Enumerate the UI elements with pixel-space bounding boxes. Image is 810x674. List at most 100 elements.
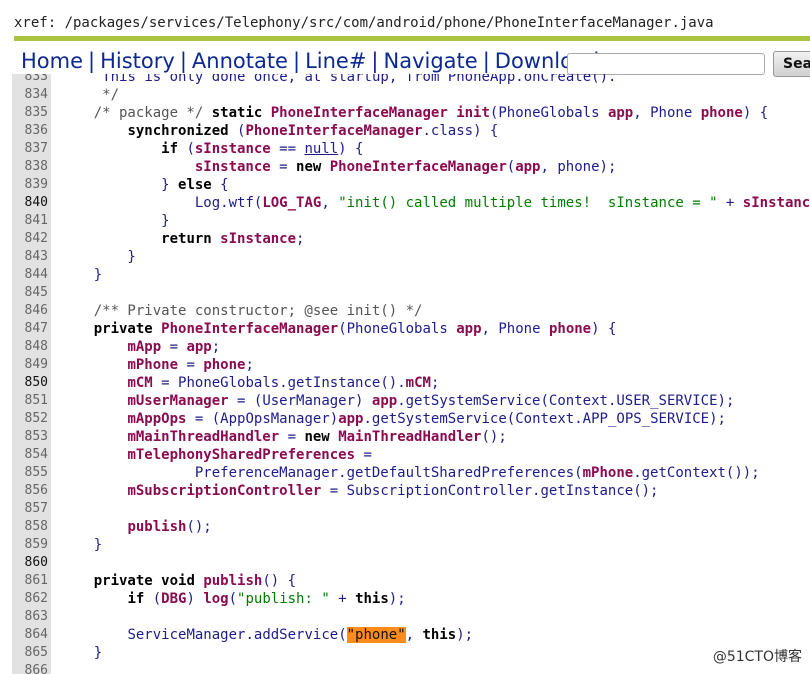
code-line: 840 Log.wtf(LOG_TAG, "init() called mult… (0, 194, 810, 212)
code-text: mCM = PhoneGlobals.getInstance().mCM; (127, 375, 440, 391)
nav-links: Home | History | Annotate | Line# | Navigate | Dow… (21, 49, 599, 73)
code-text: /* package */ static PhoneInterfaceManag… (93, 105, 769, 121)
line-number[interactable]: 843 (12, 248, 51, 266)
line-number[interactable]: 852 (12, 410, 51, 428)
code-text: mPhone = phone; (127, 357, 254, 373)
line-number[interactable]: 866 (12, 662, 51, 674)
code-text: mTelephonySharedPreferences = (127, 447, 372, 463)
code-line: 857 (0, 500, 810, 518)
code-line: 845 (0, 284, 810, 302)
line-number[interactable]: 850 (12, 374, 51, 392)
code-text: synchronized (PhoneInterfaceManager.clas… (127, 123, 499, 139)
watermark: @51CTO博客 (712, 649, 802, 665)
code-line: 836 synchronized (PhoneInterfaceManager.… (0, 122, 810, 140)
code-line: 863 (0, 608, 810, 626)
code-line: 852 mAppOps = (AppOpsManager)app.getSyst… (0, 410, 810, 428)
code-text: PreferenceManager.getDefaultSharedPrefer… (194, 465, 760, 481)
line-number[interactable]: 841 (12, 212, 51, 230)
code-line: 833 This is only done once, at startup, … (0, 74, 810, 86)
code-text: private PhoneInterfaceManager(PhoneGloba… (93, 321, 617, 337)
search-input[interactable] (567, 53, 765, 75)
nav-separator: | (482, 49, 490, 73)
code-line: 848 mApp = app; (0, 338, 810, 356)
line-number[interactable]: 835 (12, 104, 51, 122)
line-number[interactable]: 840 (12, 194, 51, 212)
code-line: 838 sInstance = new PhoneInterfaceManage… (0, 158, 810, 176)
line-number[interactable]: 859 (12, 536, 51, 554)
code-text: return sInstance; (161, 231, 305, 247)
code-text: */ (60, 87, 120, 103)
line-number[interactable]: 861 (12, 572, 51, 590)
code-line: 834 */ (0, 86, 810, 104)
line-number[interactable]: 836 (12, 122, 51, 140)
code-text: } (60, 213, 170, 229)
code-text: } (60, 645, 103, 661)
nav-separator: | (371, 49, 379, 73)
line-number[interactable]: 837 (12, 140, 51, 158)
code-line: 866 (0, 662, 810, 674)
code-line: 865 } (0, 644, 810, 662)
line-number[interactable]: 854 (12, 446, 51, 464)
line-number[interactable]: 865 (12, 644, 51, 662)
code-text: if (sInstance == null) { (161, 141, 364, 157)
code-text: Log.wtf(LOG_TAG, "init() called multiple… (194, 195, 810, 211)
code-text: mAppOps = (AppOpsManager)app.getSystemSe… (127, 411, 726, 427)
line-number[interactable]: 833 (12, 74, 51, 86)
code-text: mMainThreadHandler = new MainThreadHandl… (127, 429, 507, 445)
line-number[interactable]: 849 (12, 356, 51, 374)
code-text: mUserManager = (UserManager) app.getSyst… (127, 393, 735, 409)
nav-navigate-link[interactable]: Navigate (384, 49, 478, 73)
nav-annotate-link[interactable]: Annotate (192, 49, 288, 73)
code-line: 837 if (sInstance == null) { (0, 140, 810, 158)
code-line: 856 mSubscriptionController = Subscripti… (0, 482, 810, 500)
line-number[interactable]: 845 (12, 284, 51, 302)
code-line: 846 /** Private constructor; @see init()… (0, 302, 810, 320)
code-line: 854 mTelephonySharedPreferences = (0, 446, 810, 464)
line-number[interactable]: 853 (12, 428, 51, 446)
code-text: } (60, 537, 103, 553)
line-number[interactable]: 863 (12, 608, 51, 626)
line-number[interactable]: 856 (12, 482, 51, 500)
line-number[interactable]: 846 (12, 302, 51, 320)
nav-separator: | (88, 49, 96, 73)
code-line: 847 private PhoneInterfaceManager(PhoneG… (0, 320, 810, 338)
code-text: if (DBG) log("publish: " + this); (127, 591, 406, 607)
code-text: /** Private constructor; @see init() */ (60, 303, 423, 319)
code-line: 849 mPhone = phone; (0, 356, 810, 374)
line-number[interactable]: 858 (12, 518, 51, 536)
nav-separator: | (292, 49, 301, 73)
line-number[interactable]: 857 (12, 500, 51, 518)
line-number[interactable]: 844 (12, 266, 51, 284)
code-text: publish(); (127, 519, 212, 535)
line-number[interactable]: 834 (12, 86, 51, 104)
code-text: } else { (60, 177, 229, 193)
line-number[interactable]: 862 (12, 590, 51, 608)
code-line: 862 if (DBG) log("publish: " + this); (0, 590, 810, 608)
line-number[interactable]: 860 (12, 554, 51, 572)
line-number[interactable]: 848 (12, 338, 51, 356)
code-line: 843 } (0, 248, 810, 266)
code-line: 844 } (0, 266, 810, 284)
nav-home-link[interactable]: Home (21, 49, 83, 73)
line-number[interactable]: 851 (12, 392, 51, 410)
code-text: sInstance = new PhoneInterfaceManager(ap… (194, 159, 617, 175)
code-text: This is only done once, at startup, from… (102, 74, 617, 85)
line-number[interactable]: 842 (12, 230, 51, 248)
code-line: 860 (0, 554, 810, 572)
code-line: 841 } (0, 212, 810, 230)
code-line: 861 private void publish() { (0, 572, 810, 590)
line-number[interactable]: 864 (12, 626, 51, 644)
code-line: 858 publish(); (0, 518, 810, 536)
code-line: 850 mCM = PhoneGlobals.getInstance().mCM… (0, 374, 810, 392)
line-number[interactable]: 847 (12, 320, 51, 338)
line-number[interactable]: 839 (12, 176, 51, 194)
nav-history-link[interactable]: History (100, 49, 175, 73)
line-number[interactable]: 855 (12, 464, 51, 482)
code-text: ServiceManager.addService("phone", this)… (127, 627, 474, 643)
nav-line-link[interactable]: Line# (305, 49, 366, 73)
line-number[interactable]: 838 (12, 158, 51, 176)
code-line: 851 mUserManager = (UserManager) app.get… (0, 392, 810, 410)
code-text: mSubscriptionController = SubscriptionCo… (127, 483, 659, 499)
code-line: 842 return sInstance; (0, 230, 810, 248)
source-code-view: 833 This is only done once, at startup, … (0, 74, 810, 674)
